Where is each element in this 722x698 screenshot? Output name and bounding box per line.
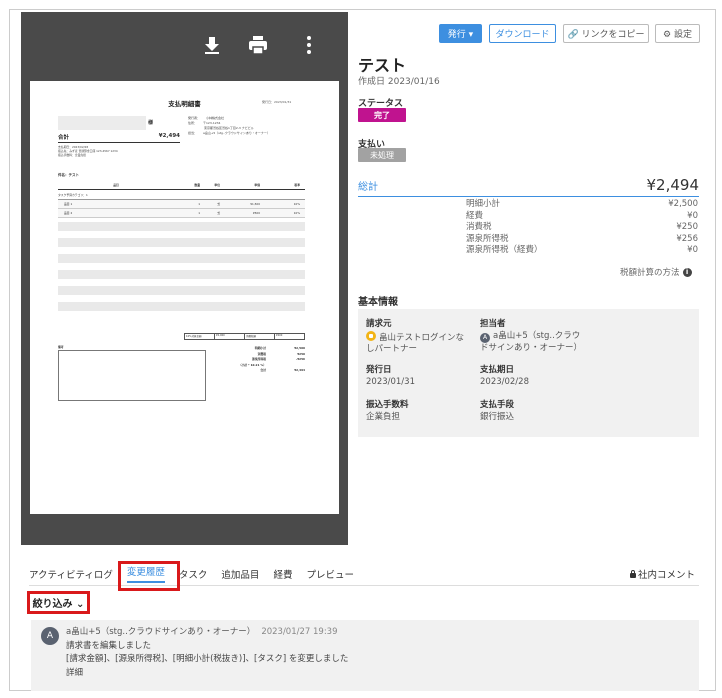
document-meta: 支払期日：2023/02/28 振込先：みずほ 普通預金口座 123-4567 … — [58, 145, 118, 158]
table-row: 品目 2 1 式 ¥500 10% — [58, 209, 305, 218]
breakdown-row: 消費税 ¥250 — [466, 222, 698, 233]
notes-box — [58, 350, 206, 401]
basic-info-title: 基本情報 — [358, 297, 398, 308]
transfer-fee-field: 振込手数料 企業負担 — [366, 400, 409, 422]
document-line-items: 品目 数量 単位 単価 税率 タスク予算カテゴリ：1 品目 1 1 式 ¥1,5… — [58, 183, 305, 218]
document-subject: 件名：テスト — [58, 173, 79, 177]
breakdown-row: 源泉所得税 ¥256 — [466, 233, 698, 244]
tab-expenses[interactable]: 経費 — [273, 567, 292, 581]
lock-icon — [630, 569, 636, 578]
info-icon[interactable]: i — [682, 267, 692, 277]
grand-total-value: ¥2,494 — [646, 176, 700, 194]
history-detail-link[interactable]: 詳細 — [66, 667, 348, 681]
breakdown-row: 明細小計 ¥2,500 — [466, 199, 698, 209]
tab-preview[interactable]: プレビュー — [306, 567, 354, 581]
download-button[interactable]: ダウンロード — [489, 24, 556, 43]
table-row: 品目 1 1 式 ¥1,500 10% — [58, 200, 305, 209]
avatar: A — [41, 627, 59, 645]
status-badge[interactable]: 完了 — [358, 108, 406, 122]
issue-button[interactable]: 発行 ▾ — [439, 24, 482, 43]
payment-badge[interactable]: 未処理 — [358, 148, 406, 162]
history-author: a畠山+5（stg..クラウドサインあり・オーナー） — [66, 627, 256, 637]
user-avatar-icon: A — [480, 332, 490, 343]
requester-field: 請求元 畠山テストログインな しパートナー — [366, 319, 465, 354]
issuer-block: 発行者： 小林株式会社 住所： 〒123-1234 東京都渋谷区渋谷1丁目2-3 ナ… — [188, 116, 270, 135]
page-title: テスト — [358, 56, 407, 75]
history-time: 2023/01/27 19:39 — [261, 627, 338, 637]
action-bar: 発行 ▾ ダウンロード 🔗 リンクをコピー ⚙ 設定 — [439, 24, 700, 43]
history-text: a畠山+5（stg..クラウドサインあり・オーナー） 2023/01/27 19:… — [66, 626, 348, 680]
tab-activity-log[interactable]: アクティビティログ — [29, 567, 113, 581]
breakdown-row: 源泉所得税（経費） ¥0 — [466, 245, 698, 256]
breakdown-row: 経費 ¥0 — [466, 210, 698, 221]
tax-calc-method-link[interactable]: 税額計算の方法 i — [620, 266, 692, 278]
tab-additional-items[interactable]: 追加品目 — [221, 567, 259, 581]
internal-comment-link[interactable]: 社内コメント — [630, 567, 695, 581]
print-icon[interactable] — [247, 34, 269, 56]
document-viewer: 支払明細書 発行日：2023/01/31 様 発行者： 小林株式会社 住所： 〒12… — [21, 12, 348, 545]
recipient-honorific: 様 — [148, 120, 154, 126]
copy-link-button[interactable]: 🔗 リンクをコピー — [563, 24, 649, 43]
grand-total-label: 総計 — [358, 181, 378, 193]
viewer-footer — [30, 514, 339, 545]
organization-icon — [366, 330, 376, 341]
document-total: 合計 ¥2,494 — [58, 133, 180, 143]
highlight-box — [118, 561, 180, 591]
document-date: 発行日：2023/01/31 — [262, 100, 292, 104]
recipient-block — [58, 116, 146, 130]
download-icon[interactable] — [201, 34, 223, 56]
created-date: 作成日 2023/01/16 — [358, 77, 440, 87]
history-entry: A a畠山+5（stg..クラウドサインあり・オーナー） 2023/01/27 1… — [31, 620, 699, 691]
document-title: 支払明細書 — [168, 100, 201, 108]
total-breakdown: 明細小計 ¥2,500 経費 ¥0 消費税 ¥250 源泉所得税 ¥256 源泉所得税（… — [466, 199, 698, 257]
basic-info-panel: 請求元 畠山テストログインな しパートナー 担当者 Aa畠山+5（stg..クラ… — [358, 309, 699, 437]
notes-label: 備考 — [58, 345, 64, 349]
empty-rows — [58, 222, 305, 318]
viewer-toolbar — [21, 12, 348, 78]
grand-total: 総計 ¥2,494 — [358, 174, 699, 197]
tab-tasks[interactable]: タスク — [179, 567, 208, 581]
payment-method-field: 支払手段 銀行振込 — [480, 400, 515, 422]
settings-button[interactable]: ⚙ 設定 — [655, 24, 700, 43]
tax-summary-table: 10%対象金額 ¥2,000 消費税額 ¥200 — [184, 333, 305, 340]
history-line: [請求金額]、[源泉所得税]、[明細小計(税抜き)]、[タスク] を変更しました — [66, 654, 349, 664]
assignee-field: 担当者 Aa畠山+5（stg..クラウ ドサインあり・オーナー） — [480, 319, 583, 353]
issue-date-field: 発行日 2023/01/31 — [366, 365, 415, 387]
due-date-field: 支払期日 2023/02/28 — [480, 365, 529, 387]
document-sums: 明細小計 ¥2,500 消費税 ¥250 源泉所得税 -¥256 （小計 * 10.2… — [238, 346, 305, 373]
history-line: 請求書を編集しました — [66, 640, 152, 651]
document-page: 支払明細書 発行日：2023/01/31 様 発行者： 小林株式会社 住所： 〒12… — [30, 81, 339, 514]
filter-button[interactable]: 絞り込み ⌄ — [27, 591, 90, 614]
more-vertical-icon[interactable] — [298, 34, 320, 56]
